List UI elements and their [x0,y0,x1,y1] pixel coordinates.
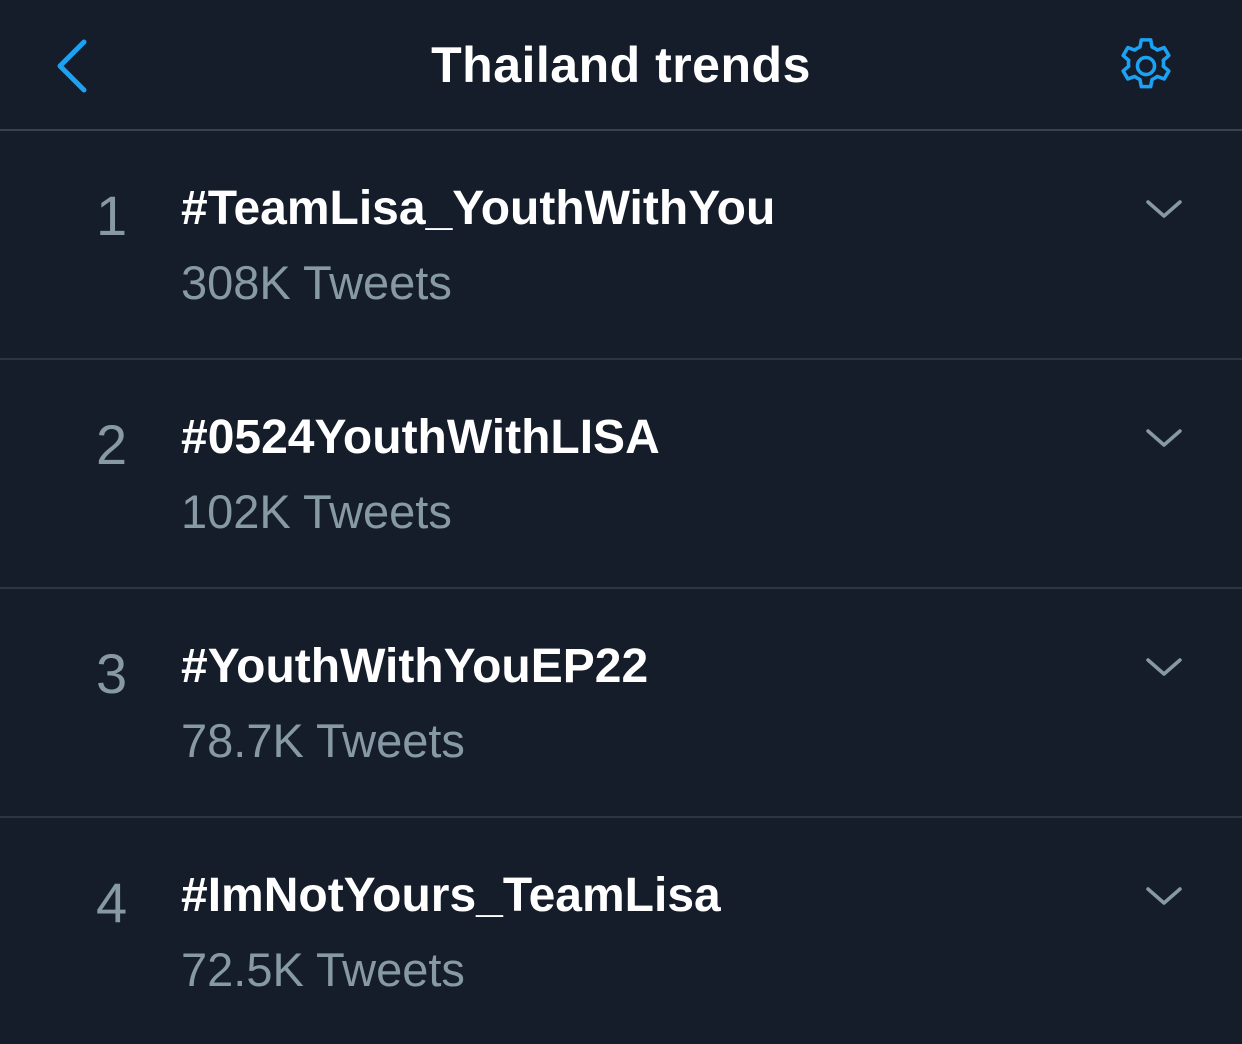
trend-item[interactable]: 2 #0524YouthWithLISA 102K Tweets [0,360,1242,589]
trends-screen: Thailand trends 1 #TeamLisa_YouthWithYou… [0,0,1242,1044]
gear-icon [1121,38,1171,89]
settings-button[interactable] [1104,24,1188,108]
trend-options-button[interactable] [1132,406,1196,470]
trend-hashtag: #ImNotYours_TeamLisa [181,869,721,922]
trend-tweet-count: 308K Tweets [181,256,452,309]
chevron-down-icon [1146,200,1182,218]
trend-options-button[interactable] [1132,635,1196,699]
trend-tweet-count: 102K Tweets [181,485,452,538]
trend-hashtag: #0524YouthWithLISA [181,411,660,464]
trend-options-button[interactable] [1132,864,1196,928]
trend-item[interactable]: 1 #TeamLisa_YouthWithYou 308K Tweets [0,131,1242,360]
header: Thailand trends [0,0,1242,131]
trend-rank: 3 [96,642,128,705]
trend-tweet-count: 78.7K Tweets [181,714,465,767]
trend-hashtag: #YouthWithYouEP22 [181,640,649,693]
chevron-down-icon [1146,887,1182,905]
trend-rank: 2 [96,413,128,476]
chevron-down-icon [1146,658,1182,676]
trend-list: 1 #TeamLisa_YouthWithYou 308K Tweets 2 #… [0,131,1242,1044]
trend-hashtag: #TeamLisa_YouthWithYou [181,182,776,235]
trend-tweet-count: 72.5K Tweets [181,943,465,996]
trend-item[interactable]: 3 #YouthWithYouEP22 78.7K Tweets [0,589,1242,818]
page-title: Thailand trends [431,37,811,93]
trend-item[interactable]: 4 #ImNotYours_TeamLisa 72.5K Tweets [0,818,1242,1044]
trend-rank: 4 [96,871,128,934]
trend-options-button[interactable] [1132,177,1196,241]
trend-rank: 1 [96,184,128,247]
chevron-down-icon [1146,429,1182,447]
